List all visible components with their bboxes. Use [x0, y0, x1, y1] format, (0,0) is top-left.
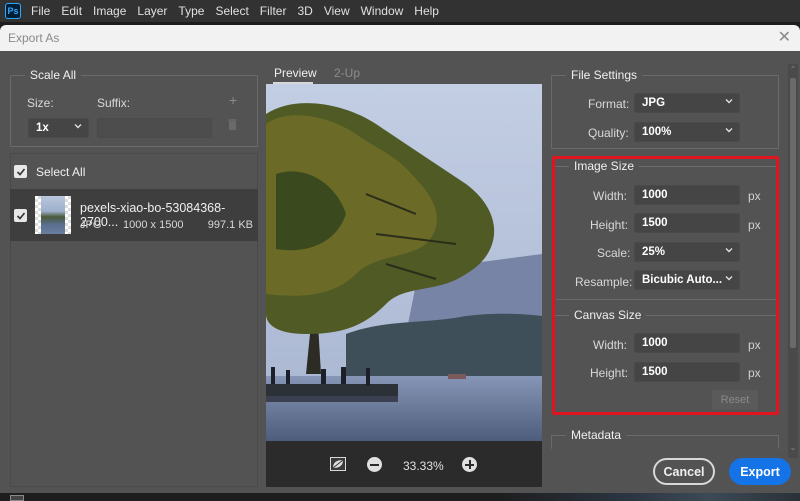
photoshop-logo-icon: Ps [5, 3, 21, 19]
image-width-unit: px [748, 189, 761, 203]
menu-help[interactable]: Help [414, 4, 439, 18]
fit-to-screen-icon[interactable] [330, 457, 346, 471]
menu-view[interactable]: View [324, 4, 350, 18]
image-size-title: Image Size [569, 159, 640, 173]
menu-edit[interactable]: Edit [61, 4, 82, 18]
scale-all-title: Scale All [25, 68, 82, 82]
metadata-group: Metadata [551, 428, 779, 449]
background-canvas [0, 493, 800, 501]
menu-select[interactable]: Select [215, 4, 248, 18]
quality-label: Quality: [588, 126, 629, 140]
asset-checkbox[interactable] [14, 209, 27, 222]
scroll-up-icon[interactable]: ⌃ [789, 66, 797, 74]
size-value: 1x [36, 122, 49, 134]
format-select[interactable]: JPG [634, 93, 740, 113]
layer-thumbnail [10, 495, 24, 501]
menu-file[interactable]: File [31, 4, 50, 18]
canvas-width-label: Width: [593, 338, 628, 352]
canvas-width-input[interactable]: 1000 [634, 333, 740, 353]
plus-icon[interactable]: + [229, 92, 237, 108]
menu-3d[interactable]: 3D [297, 4, 312, 18]
dialog-title: Export As [8, 31, 60, 45]
canvas-width-value: 1000 [642, 337, 668, 349]
size-select[interactable]: 1x [28, 118, 89, 138]
scale-label: Scale: [597, 246, 631, 260]
scale-select[interactable]: 25% [634, 242, 740, 262]
chevron-down-icon [74, 124, 82, 129]
canvas-width-unit: px [748, 338, 761, 352]
resample-value: Bicubic Auto... [642, 274, 723, 286]
metadata-title: Metadata [566, 428, 627, 442]
format-value: JPG [642, 97, 666, 109]
canvas-height-label: Height: [590, 366, 629, 380]
image-height-label: Height: [590, 218, 629, 232]
resample-select[interactable]: Bicubic Auto... [634, 270, 740, 290]
menu-window[interactable]: Window [361, 4, 404, 18]
quality-value: 100% [642, 126, 672, 138]
quality-select[interactable]: 100% [634, 122, 740, 142]
image-height-input[interactable]: 1500 [634, 213, 740, 233]
select-all-label: Select All [36, 165, 86, 179]
scale-value: 25% [642, 246, 666, 258]
format-label: Format: [588, 97, 630, 111]
menu-layer[interactable]: Layer [137, 4, 167, 18]
zoom-level: 33.33% [403, 459, 444, 473]
menu-bar: Ps File Edit Image Layer Type Select Fil… [0, 0, 800, 22]
asset-thumbnail [35, 196, 71, 234]
image-height-unit: px [748, 218, 761, 232]
canvas-size-title: Canvas Size [569, 308, 647, 322]
tab-preview[interactable]: Preview [274, 66, 317, 80]
chevron-down-icon [725, 99, 733, 104]
dialog-title-bar: Export As ✕ [0, 25, 800, 51]
close-icon[interactable]: ✕ [778, 30, 791, 46]
image-height-value: 1500 [642, 217, 668, 229]
menu-image[interactable]: Image [93, 4, 126, 18]
chevron-down-icon [725, 248, 733, 253]
zoom-in-icon[interactable] [462, 457, 477, 472]
image-preview[interactable] [266, 84, 542, 441]
scroll-down-icon[interactable]: ⌄ [789, 444, 797, 452]
asset-format: JPG [80, 219, 102, 231]
image-width-value: 1000 [642, 189, 668, 201]
divider [556, 299, 778, 300]
canvas-height-value: 1500 [642, 366, 668, 378]
canvas-height-input[interactable]: 1500 [634, 362, 740, 382]
file-settings-title: File Settings [566, 68, 643, 82]
menu-type[interactable]: Type [178, 4, 204, 18]
scroll-thumb[interactable] [790, 78, 796, 348]
suffix-input[interactable] [97, 118, 212, 138]
canvas-height-unit: px [748, 366, 761, 380]
menu-filter[interactable]: Filter [260, 4, 287, 18]
image-width-input[interactable]: 1000 [634, 185, 740, 205]
suffix-label: Suffix: [97, 96, 131, 110]
chevron-down-icon [725, 276, 733, 281]
export-button[interactable]: Export [729, 458, 791, 485]
resample-label: Resample: [575, 275, 633, 289]
preview-photo [266, 84, 542, 441]
trash-icon[interactable] [228, 119, 237, 130]
cancel-button[interactable]: Cancel [653, 458, 715, 485]
select-all-checkbox[interactable] [14, 165, 27, 178]
zoom-out-icon[interactable] [367, 457, 382, 472]
size-label: Size: [27, 96, 54, 110]
image-width-label: Width: [593, 189, 628, 203]
tab-2-up[interactable]: 2-Up [334, 66, 360, 80]
reset-button[interactable]: Reset [712, 390, 758, 410]
asset-size: 997.1 KB [207, 219, 253, 231]
asset-item[interactable]: pexels-xiao-bo-53084368-2700... JPG 1000… [10, 189, 258, 241]
settings-scrollbar[interactable]: ⌃ ⌄ [788, 64, 798, 458]
asset-dimensions: 1000 x 1500 [123, 219, 184, 231]
background-photo [500, 493, 800, 501]
chevron-down-icon [725, 128, 733, 133]
